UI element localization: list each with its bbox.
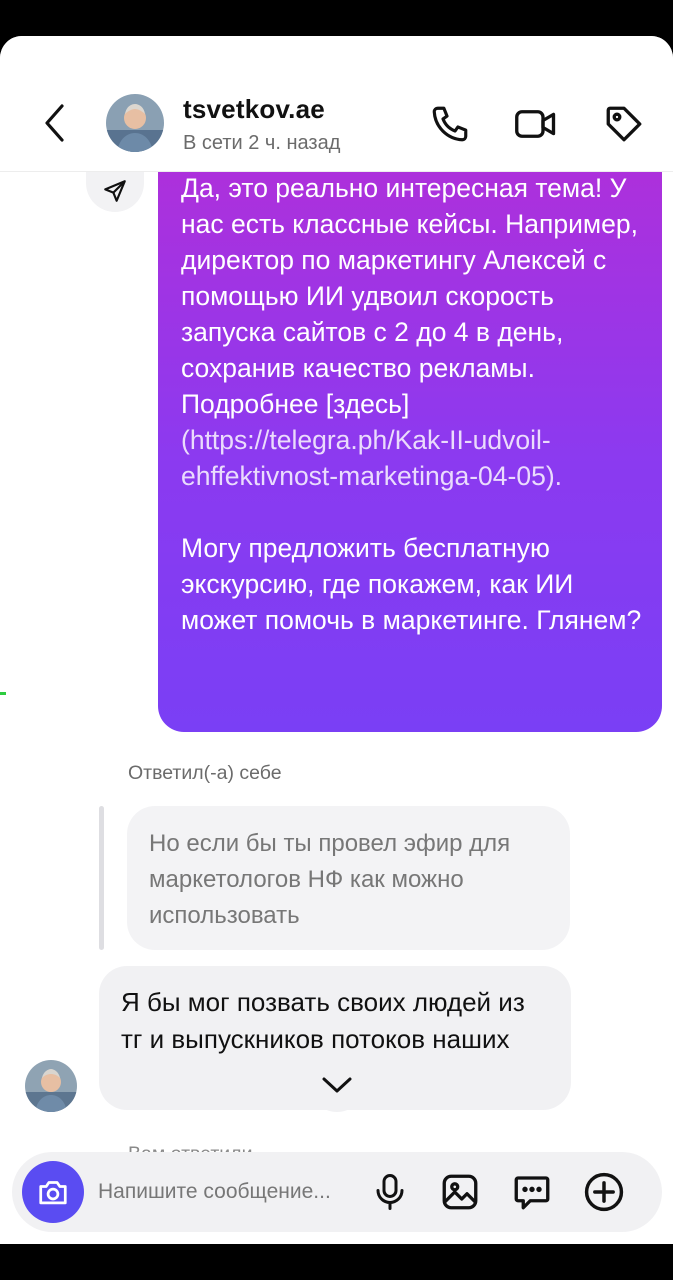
camera-button[interactable]	[22, 1161, 84, 1223]
avatar-photo	[106, 94, 164, 152]
video-call-icon	[515, 110, 556, 138]
outgoing-message-text: Да, это реально интересная тема! У нас е…	[181, 173, 646, 419]
send-icon	[104, 180, 126, 202]
gallery-icon	[442, 1174, 478, 1210]
outgoing-message-bubble[interactable]: Да, это реально интересная тема! У нас е…	[158, 136, 662, 732]
camera-icon	[39, 1181, 67, 1205]
message-composer	[12, 1152, 662, 1232]
more-options-button[interactable]	[580, 1168, 628, 1216]
sticker-icon	[514, 1176, 550, 1210]
plus-icon	[584, 1172, 624, 1212]
chat-header: tsvetkov.ae В сети 2 ч. назад	[0, 36, 673, 172]
message-input[interactable]	[98, 1176, 358, 1208]
video-call-button[interactable]	[512, 100, 560, 148]
contact-username[interactable]: tsvetkov.ae	[183, 94, 325, 125]
phone-icon	[432, 106, 468, 142]
scroll-to-bottom-button[interactable]	[310, 1058, 364, 1112]
chevron-down-icon	[322, 1077, 352, 1093]
microphone-icon	[376, 1174, 404, 1210]
outgoing-message-text-2: Могу предложить бесплатную экскурсию, гд…	[181, 533, 642, 635]
outgoing-message-link[interactable]: (https://telegra.ph/Kak-II-udvoil-ehffek…	[181, 425, 562, 491]
call-button[interactable]	[426, 100, 474, 148]
screen: Да, это реально интересная тема! У нас е…	[0, 36, 673, 1244]
contact-status: В сети 2 ч. назад	[183, 132, 341, 154]
tag-button[interactable]	[600, 100, 648, 148]
back-button[interactable]	[34, 98, 76, 148]
quoted-message[interactable]: Но если бы ты провел эфир для маркетолог…	[127, 806, 570, 950]
reply-indicator-bar	[99, 806, 104, 950]
tag-icon	[606, 106, 642, 142]
unread-marker	[0, 692, 6, 695]
chat-area[interactable]: Да, это реально интересная тема! У нас е…	[0, 36, 673, 1244]
contact-avatar[interactable]	[106, 94, 164, 152]
avatar-photo	[25, 1060, 77, 1112]
voice-message-button[interactable]	[366, 1168, 414, 1216]
gallery-button[interactable]	[436, 1168, 484, 1216]
sticker-button[interactable]	[508, 1168, 556, 1216]
reply-context-label: Ответил(-а) себе	[128, 762, 282, 784]
sender-avatar[interactable]	[25, 1060, 77, 1112]
back-arrow-icon	[45, 104, 64, 142]
